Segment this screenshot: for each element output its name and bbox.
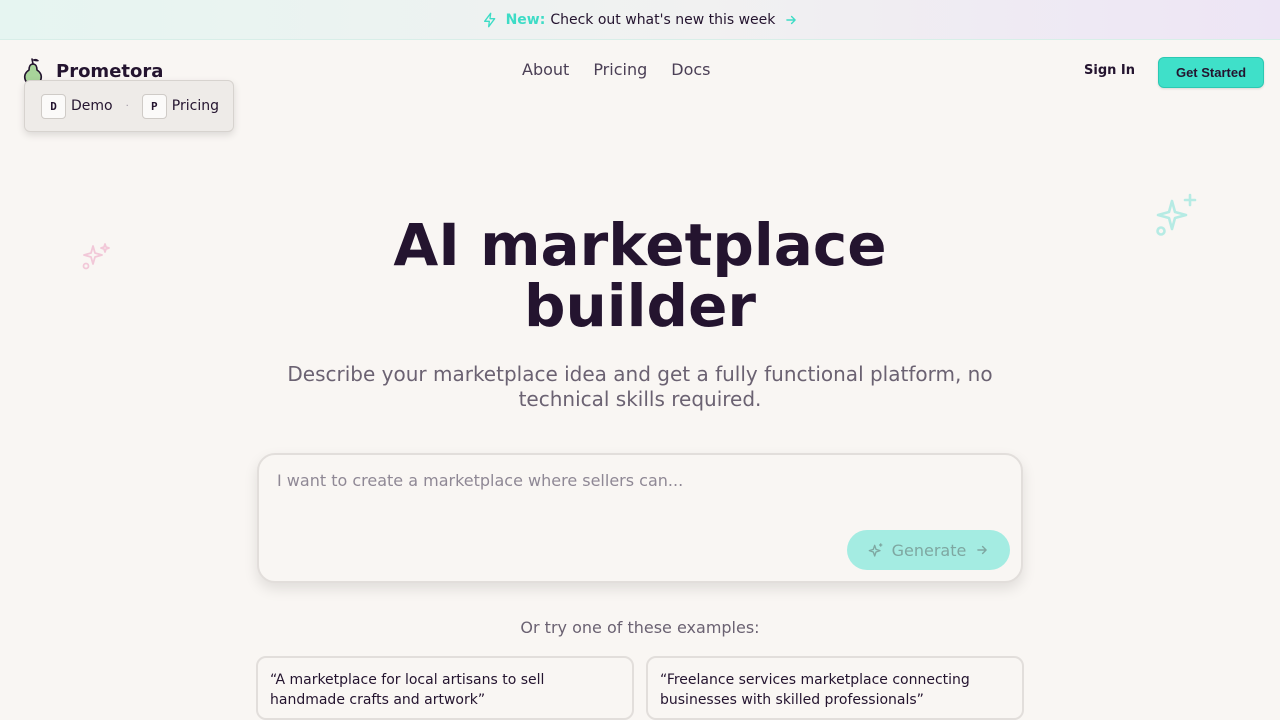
shortcut-key-pricing: P	[141, 93, 167, 119]
announcement-banner[interactable]: New: Check out what's new this week	[0, 0, 1280, 40]
main-nav: About Pricing Docs	[522, 60, 711, 79]
example-card[interactable]: “Freelance services marketplace connecti…	[646, 656, 1024, 720]
hero-title-line-2: builder	[523, 272, 757, 340]
hero-title-line-1: AI marketplace	[393, 211, 887, 279]
nav-pricing[interactable]: Pricing	[593, 60, 647, 79]
shortcuts-popover: D Demo · P Pricing	[24, 80, 234, 132]
shortcut-label-demo[interactable]: Demo	[71, 98, 113, 114]
banner-new-label: New:	[505, 11, 546, 28]
shortcut-label-pricing[interactable]: Pricing	[172, 98, 219, 114]
arrow-right-icon	[975, 543, 989, 557]
sparkles-icon	[868, 542, 884, 558]
hero-subtitle: Describe your marketplace idea and get a…	[287, 362, 993, 411]
brand-name: Prometora	[56, 60, 164, 82]
shortcut-key-demo: D	[41, 93, 66, 119]
banner-message[interactable]: Check out what's new this week	[550, 12, 775, 28]
prompt-input[interactable]	[277, 471, 997, 531]
example-card[interactable]: “A marketplace for local artisans to sel…	[256, 656, 634, 720]
nav-docs[interactable]: Docs	[671, 60, 710, 79]
get-started-button[interactable]: Get Started	[1158, 57, 1264, 88]
generate-label: Generate	[891, 540, 967, 560]
hero-title: AI marketplace builder	[0, 215, 1280, 337]
sign-in-link[interactable]: Sign In	[1084, 63, 1135, 78]
shortcut-separator: ·	[125, 100, 129, 112]
bolt-icon	[482, 12, 498, 28]
nav-about[interactable]: About	[522, 60, 569, 79]
prompt-box: Generate	[257, 453, 1023, 583]
examples-heading: Or try one of these examples:	[520, 618, 760, 637]
arrow-right-icon	[784, 13, 798, 27]
generate-button[interactable]: Generate	[847, 530, 1010, 570]
